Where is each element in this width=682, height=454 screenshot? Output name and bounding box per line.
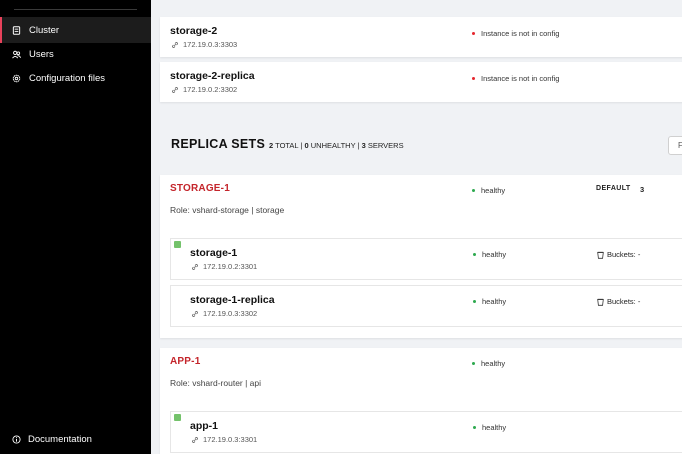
replicaset-role: Role: vshard-storage | storage: [170, 205, 285, 215]
status-text: Instance is not in config: [481, 29, 560, 38]
replicaset-status: healthy: [472, 186, 505, 195]
instance-status: healthy: [473, 250, 506, 259]
address-text: 172.19.0.3:3303: [183, 40, 238, 49]
stat-total-count: 2: [269, 141, 274, 150]
stat-unhealthy-label: UNHEALTHY: [310, 141, 356, 150]
filter-button[interactable]: F: [668, 136, 682, 155]
leader-badge-icon: [174, 414, 181, 421]
buckets-text: Buckets: -: [607, 250, 641, 259]
stat-servers-count: 3: [361, 141, 366, 150]
sidebar-item-label: Users: [29, 48, 54, 60]
status-text: healthy: [482, 423, 507, 432]
address-text: 172.19.0.3:3302: [203, 309, 258, 318]
replica-sets-title: REPLICA SETS: [171, 137, 266, 151]
instance-name: app-1: [190, 420, 219, 432]
instance-address: 172.19.0.3:3303: [171, 40, 237, 49]
unconfigured-instance-card: storage-2-replica 172.19.0.2:3302 Instan…: [160, 62, 682, 102]
instance-buckets: Buckets: -: [597, 297, 640, 306]
status-text: healthy: [482, 297, 507, 306]
status-dot: [473, 300, 476, 303]
users-icon: [12, 50, 21, 58]
leader-badge-icon: [174, 241, 181, 248]
instance-name: storage-1-replica: [190, 294, 275, 306]
status-dot: [472, 189, 475, 192]
link-icon: [172, 41, 178, 48]
link-icon: [192, 310, 198, 317]
status-dot: [473, 426, 476, 429]
unconfigured-instance-card: storage-2 172.19.0.3:3303 Instance is no…: [160, 17, 682, 57]
status-text: Instance is not in config: [481, 74, 560, 83]
replicaset-name[interactable]: APP-1: [170, 356, 200, 367]
instance-status: healthy: [473, 423, 506, 432]
instance-address: 172.19.0.3:3301: [191, 435, 257, 444]
replica-sets-stats: 2 TOTAL | 0 UNHEALTHY | 3 SERVERS: [269, 141, 404, 150]
sidebar: Cluster Users Configuration files Docume…: [0, 0, 151, 454]
replicaset-card: STORAGE-1 healthy DEFAULT 3 Role: vshard…: [160, 175, 682, 338]
status-text: healthy: [482, 250, 507, 259]
replicaset-weight: 3: [640, 185, 645, 194]
instance-row[interactable]: storage-1 172.19.0.2:3301 healthy Bucket…: [170, 238, 682, 280]
link-icon: [192, 263, 198, 270]
status-text: healthy: [481, 359, 506, 368]
replicaset-name[interactable]: STORAGE-1: [170, 183, 230, 194]
sidebar-item-label: Cluster: [29, 24, 60, 36]
replicaset-card: APP-1 healthy Role: vshard-router | api …: [160, 348, 682, 454]
vshard-group: DEFAULT: [596, 185, 631, 192]
stat-servers-label: SERVERS: [367, 141, 404, 150]
instance-row[interactable]: storage-1-replica 172.19.0.3:3302 health…: [170, 285, 682, 327]
instance-address: 172.19.0.2:3301: [191, 262, 257, 271]
server-icon: [12, 25, 21, 35]
address-text: 172.19.0.2:3301: [203, 262, 258, 271]
status-dot: [472, 362, 475, 365]
address-text: 172.19.0.2:3302: [183, 85, 238, 94]
instance-name: storage-1: [190, 247, 238, 259]
sidebar-divider: [14, 9, 137, 10]
status-dot: [472, 32, 475, 35]
replicaset-status: healthy: [472, 359, 505, 368]
link-icon: [192, 436, 198, 443]
stat-unhealthy-count: 0: [304, 141, 309, 150]
stat-separator: |: [300, 141, 303, 150]
sidebar-item-label: Configuration files: [29, 72, 106, 84]
sidebar-item-configuration-files[interactable]: Configuration files: [0, 65, 151, 91]
instance-status: Instance is not in config: [472, 74, 559, 83]
sidebar-item-cluster[interactable]: Cluster: [0, 17, 151, 43]
info-icon: [12, 435, 21, 444]
replicaset-role: Role: vshard-router | api: [170, 378, 262, 388]
instance-row[interactable]: app-1 172.19.0.3:3301 healthy: [170, 411, 682, 453]
documentation-label: Documentation: [28, 434, 92, 445]
link-icon: [172, 86, 178, 93]
instance-buckets: Buckets: -: [597, 250, 640, 259]
status-text: healthy: [481, 186, 506, 195]
instance-address: 172.19.0.2:3302: [171, 85, 237, 94]
status-dot: [473, 253, 476, 256]
main-content: storage-2 172.19.0.3:3303 Instance is no…: [151, 0, 682, 454]
instance-name: storage-2: [170, 25, 218, 37]
instance-status: healthy: [473, 297, 506, 306]
bucket-icon: [597, 251, 604, 259]
buckets-text: Buckets: -: [607, 297, 641, 306]
bucket-icon: [597, 298, 604, 306]
documentation-link[interactable]: Documentation: [12, 434, 92, 445]
gear-icon: [12, 74, 21, 82]
instance-status: Instance is not in config: [472, 29, 559, 38]
stat-total-label: TOTAL: [275, 141, 299, 150]
sidebar-item-users[interactable]: Users: [0, 41, 151, 67]
status-dot: [472, 77, 475, 80]
address-text: 172.19.0.3:3301: [203, 435, 258, 444]
instance-address: 172.19.0.3:3302: [191, 309, 257, 318]
stat-separator: |: [357, 141, 360, 150]
instance-name: storage-2-replica: [170, 70, 255, 82]
